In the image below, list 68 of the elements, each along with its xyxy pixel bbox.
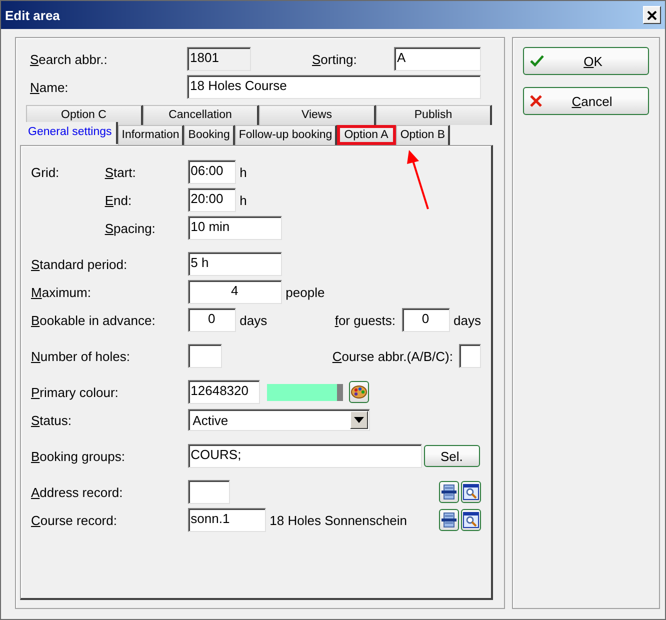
search-button[interactable] [461, 509, 481, 531]
unit-label: days [454, 312, 481, 328]
booking-groups-field[interactable]: COURS; [188, 444, 422, 468]
field-label: Maximum: [31, 284, 92, 300]
record-list-icon [441, 484, 457, 500]
search-button[interactable] [461, 481, 481, 503]
field-label: for guests: [334, 312, 396, 328]
close-icon [647, 10, 657, 20]
input-field[interactable]: 06:00 [188, 160, 236, 184]
record-list-icon [441, 512, 457, 528]
field-label: Start: [104, 164, 137, 180]
field-label: Standard period: [31, 256, 128, 272]
field-label: Number of holes: [31, 348, 131, 364]
tab[interactable]: General settings [26, 122, 118, 144]
record-button[interactable] [439, 481, 459, 503]
field-label: Name: [30, 80, 70, 94]
field-label: Primary colour: [31, 384, 120, 400]
search-icon [463, 512, 479, 528]
unit-label: h [240, 164, 247, 180]
record-button[interactable] [439, 509, 459, 531]
unit-label: h [240, 192, 247, 208]
tab[interactable]: Option B [396, 125, 450, 145]
palette-icon [350, 385, 367, 399]
field-label: Course record: [31, 512, 118, 528]
cancel-button[interactable]: Cancel [523, 87, 649, 115]
unit-label: days [240, 312, 268, 328]
field-label: Booking groups: [31, 448, 126, 464]
field-label: Bookable in advance: [31, 312, 156, 328]
cross-icon [530, 95, 542, 107]
input-field[interactable] [459, 344, 481, 368]
input-field[interactable]: 0 [402, 308, 450, 332]
input-field[interactable]: 5 h [188, 252, 282, 276]
tab[interactable]: Publish [376, 105, 492, 125]
name-field[interactable]: 18 Holes Course [187, 75, 481, 99]
tab[interactable]: Booking [184, 125, 235, 145]
field-label: Spacing: [104, 220, 156, 236]
field-label: Sorting: [312, 52, 358, 66]
caret-icon [354, 417, 364, 423]
status-dropdown[interactable]: Active [188, 409, 370, 431]
group-label: Grid: [31, 164, 60, 180]
ok-button[interactable]: OK [523, 47, 649, 75]
input-field[interactable]: 4 [188, 280, 282, 304]
field-label: Status: [31, 412, 72, 428]
input-field[interactable]: 0 [188, 308, 236, 332]
tab[interactable]: Information [118, 125, 184, 145]
check-icon [530, 55, 544, 67]
tab[interactable]: Views [259, 105, 376, 125]
colour-picker-button[interactable] [348, 381, 369, 403]
sorting-field[interactable]: A [394, 47, 481, 71]
input-field[interactable] [188, 480, 230, 504]
window-title: Edit area [5, 8, 60, 22]
field-label: Search abbr.: [30, 52, 108, 66]
input-field[interactable]: 20:00 [188, 188, 236, 212]
tab[interactable]: Option A [337, 125, 396, 145]
input-field[interactable]: 10 min [188, 216, 282, 240]
tab[interactable]: Cancellation [142, 105, 259, 125]
record-description: 18 Holes Sonnenschein [270, 512, 407, 528]
colour-code-field[interactable]: 12648320 [188, 380, 260, 404]
unit-label: people [286, 284, 325, 300]
field-label: End: [104, 192, 133, 208]
input-field[interactable] [188, 344, 222, 368]
field-label: Address record: [31, 484, 124, 500]
search-icon [463, 484, 479, 500]
close-button[interactable] [643, 6, 661, 24]
select-button[interactable]: Sel. [424, 445, 480, 467]
tab[interactable]: Follow-up booking [234, 125, 338, 145]
input-field[interactable]: sonn.1 [188, 508, 266, 532]
field-label: Course abbr.(A/B/C): [332, 348, 453, 364]
